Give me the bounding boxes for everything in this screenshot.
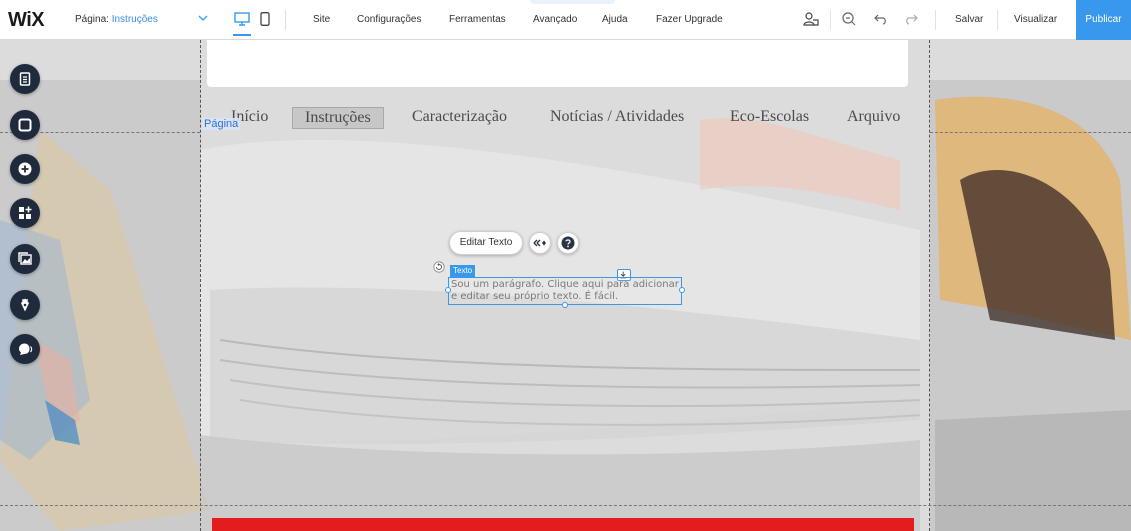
nav-item-eco-escolas[interactable]: Eco-Escolas [730,108,809,126]
menu-tools[interactable]: Ferramentas [449,14,506,25]
chevron-down-icon[interactable] [197,12,209,24]
background-button[interactable] [10,110,40,140]
media-icon [18,252,32,265]
pen-icon [21,298,29,312]
top-center-indicator [530,0,615,4]
element-tag: Texto [450,265,476,277]
nav-item-instrucoes[interactable]: Instruções [292,107,384,129]
text-element[interactable]: Sou um parágrafo. Clique aqui para adici… [448,277,682,305]
zoom-out-icon[interactable] [841,11,857,27]
resize-handle-right[interactable] [679,287,685,293]
pages-button[interactable] [10,64,40,94]
divider [997,10,998,30]
media-button[interactable] [10,244,40,274]
menu-site[interactable]: Site [313,14,330,25]
add-button[interactable] [10,154,40,184]
divider [285,10,286,30]
chat-icon [19,343,33,355]
wix-logo[interactable]: WiX [8,9,45,32]
resize-handle-bottom[interactable] [562,302,568,308]
pages-icon [19,72,31,86]
blog-button[interactable] [10,290,40,320]
nav-item-noticias[interactable]: Notícias / Atividades [550,108,684,126]
wix-editor: WiX Página: Instruções Site Configuraçõe… [0,0,1131,531]
help-button[interactable] [557,232,579,254]
section-guide-right [930,132,1131,133]
nav-item-arquivo[interactable]: Arquivo [847,108,900,126]
footer-red-strip[interactable] [212,518,914,531]
animation-button[interactable] [529,232,551,254]
animation-icon [533,239,546,247]
add-icon [18,162,32,176]
redo-icon[interactable] [903,11,919,27]
menu-help[interactable]: Ajuda [602,14,628,25]
apps-icon [19,206,32,219]
page-selector[interactable]: Página: Instruções [75,14,158,25]
save-button[interactable]: Salvar [955,14,983,25]
editor-stage[interactable]: Início Instruções Caracterização Notícia… [0,40,1131,531]
preview-button[interactable]: Visualizar [1014,14,1057,25]
apps-button[interactable] [10,198,40,228]
page-guide-left [200,40,201,531]
mobile-icon[interactable] [260,12,270,26]
publish-button[interactable]: Publicar [1076,0,1131,40]
menu-advanced[interactable]: Avançado [533,14,577,25]
page-value: Instruções [111,14,158,25]
menu-settings[interactable]: Configurações [357,14,421,25]
menu-upgrade[interactable]: Fazer Upgrade [656,14,723,25]
page-tag: Página [202,118,241,130]
header-strip[interactable] [207,40,908,87]
rotate-icon[interactable] [433,261,445,273]
device-active-indicator [233,34,251,36]
people-icon[interactable] [803,11,819,27]
section-guide-bottom [0,505,1131,506]
page-label: Página: [75,14,109,25]
page-guide-right [929,40,930,531]
top-bar: WiX Página: Instruções Site Configuraçõe… [0,0,1131,40]
resize-handle-left[interactable] [445,287,451,293]
question-icon [561,236,575,250]
divider [935,10,936,30]
nav-item-caracterizacao[interactable]: Caracterização [412,108,507,126]
background-icon [18,118,32,132]
divider [830,10,831,30]
undo-icon[interactable] [873,11,889,27]
chat-button[interactable] [10,334,40,364]
paragraph-text[interactable]: Sou um parágrafo. Clique aqui para adici… [451,279,683,303]
desktop-icon[interactable] [234,12,250,26]
edit-text-button[interactable]: Editar Texto [449,231,523,255]
